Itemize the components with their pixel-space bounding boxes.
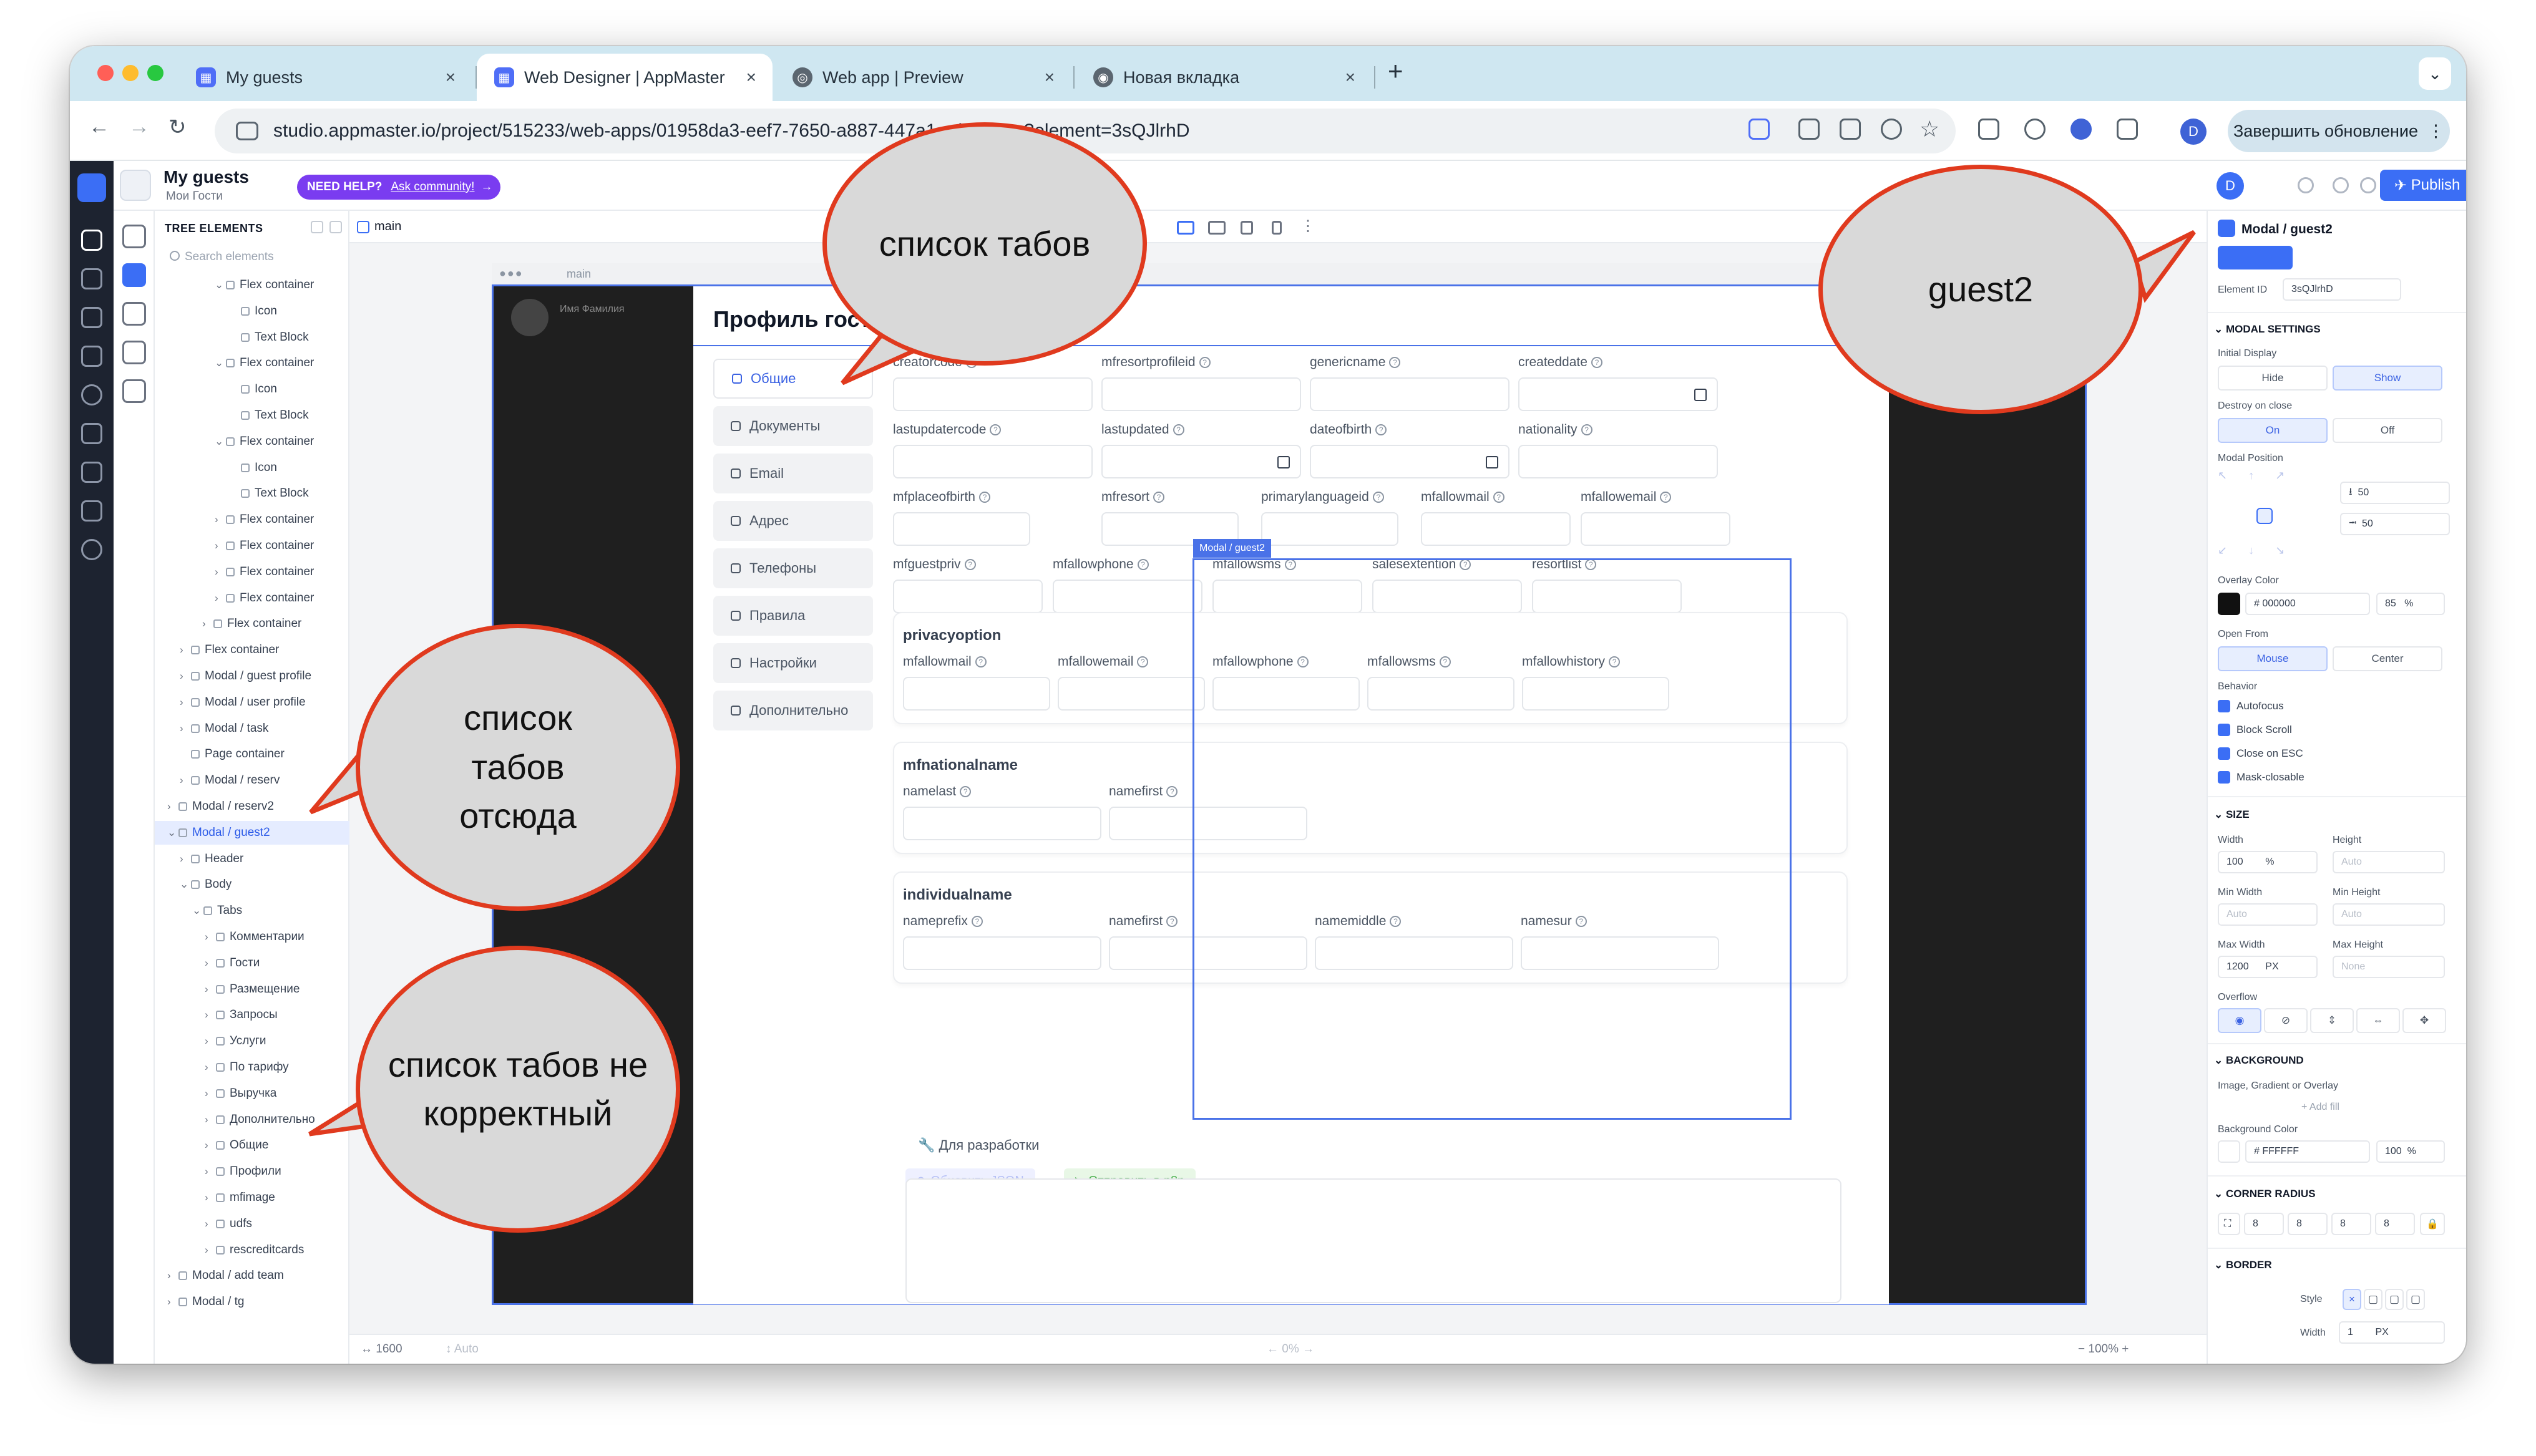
annotation-text: список табов не корректный (388, 1044, 648, 1133)
annotation-guest2: guest2 (1818, 165, 2143, 414)
annotation-tabs-incorrect: список табов не корректный (356, 946, 680, 1233)
annotation-text: guest2 (1928, 269, 2034, 309)
annotation-tabs-from-here: список табов отсюда (356, 624, 680, 911)
annotation-tabs-list: список табов (822, 122, 1147, 366)
annotation-text: список табов (879, 223, 1091, 263)
annotation-text: список табов отсюда (459, 698, 577, 836)
